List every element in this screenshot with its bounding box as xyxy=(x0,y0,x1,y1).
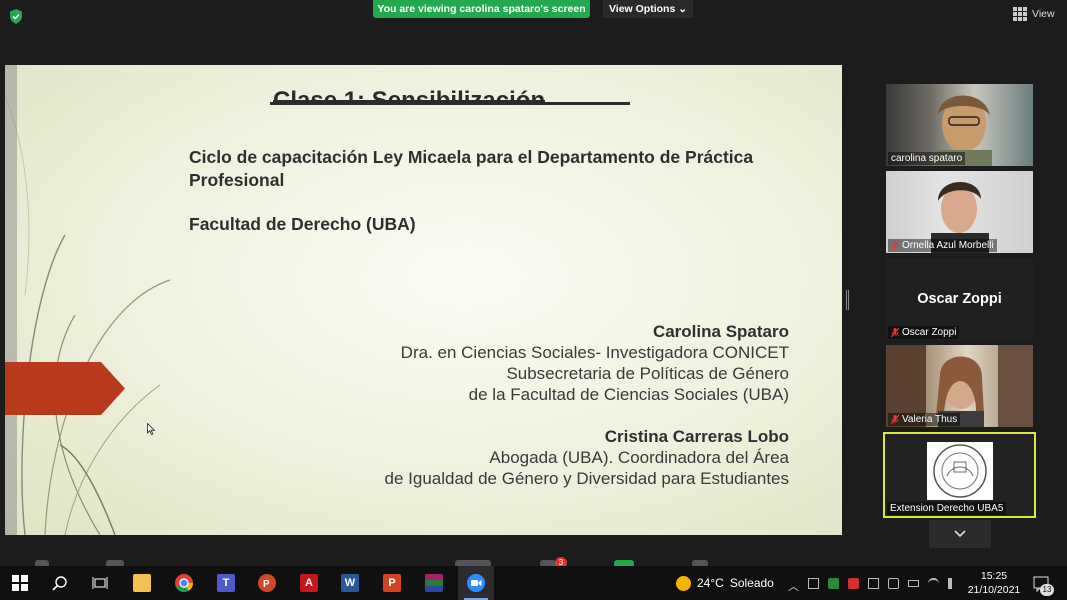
taskbar-app-chrome[interactable] xyxy=(166,566,202,600)
shared-slide: Clase 1: Sensibilización Ciclo de capaci… xyxy=(5,65,842,535)
mic-muted-icon xyxy=(891,327,899,337)
participant-video-tile[interactable]: Ornella Azul Morbelli xyxy=(886,171,1033,253)
volume-icon[interactable] xyxy=(948,577,959,589)
mic-muted-icon xyxy=(891,414,899,424)
network-tray-icon[interactable] xyxy=(868,577,879,589)
antivirus-tray-icon[interactable] xyxy=(848,577,859,589)
start-button[interactable] xyxy=(2,566,38,600)
participant-name: Valeria Thus xyxy=(902,414,958,425)
sun-icon xyxy=(676,575,691,591)
speaker-line: de la Facultad de Ciencias Sociales (UBA… xyxy=(468,385,789,404)
view-button[interactable]: View xyxy=(1013,5,1063,23)
taskbar-app-word[interactable]: W xyxy=(332,566,368,600)
teams-icon: T xyxy=(217,574,235,592)
chevron-down-icon xyxy=(954,530,966,538)
participant-video-tile[interactable]: Oscar Zoppi Oscar Zoppi xyxy=(886,258,1033,340)
participant-name: Oscar Zoppi xyxy=(902,327,957,338)
faculty-seal-logo xyxy=(927,442,993,500)
participant-label: Valeria Thus xyxy=(888,413,961,426)
speaker-line: de Igualdad de Género y Diversidad para … xyxy=(384,469,789,488)
grid-icon xyxy=(1013,7,1027,21)
winrar-icon xyxy=(425,574,443,592)
windows-taskbar: T P A W P 24°C Soleado ︿ 15:25 21/10/202… xyxy=(0,566,1067,600)
weather-temperature: 24°C xyxy=(697,576,724,590)
windows-icon xyxy=(12,575,28,591)
taskbar-app-powerpoint-viewer[interactable]: P xyxy=(374,566,410,600)
zoom-icon xyxy=(467,574,485,592)
shield-tray-icon[interactable] xyxy=(828,577,839,589)
search-icon xyxy=(52,576,67,591)
faculty-name: Facultad de Derecho (UBA) xyxy=(189,214,416,234)
participant-display-name: Oscar Zoppi xyxy=(917,291,1002,307)
view-options-label: View Options xyxy=(608,3,676,15)
screen: You are viewing carolina spataro's scree… xyxy=(0,0,1067,600)
screen-share-banner: You are viewing carolina spataro's scree… xyxy=(373,0,590,18)
speaker-block-1: Carolina Spataro Dra. en Ciencias Social… xyxy=(401,321,789,405)
course-title: Ciclo de capacitación Ley Micaela para e… xyxy=(189,147,754,190)
participant-label: Oscar Zoppi xyxy=(888,326,960,339)
speaker-block-2: Cristina Carreras Lobo Abogada (UBA). Co… xyxy=(385,426,789,489)
view-label: View xyxy=(1032,8,1055,20)
participant-label: carolina spataro xyxy=(888,152,966,165)
participant-video-tile[interactable]: carolina spataro xyxy=(886,84,1033,166)
svg-text:P: P xyxy=(263,579,270,590)
task-view-icon xyxy=(92,577,108,589)
chrome-icon xyxy=(175,574,193,592)
taskbar-app-explorer[interactable] xyxy=(124,566,160,600)
powerpoint-icon: P xyxy=(258,574,276,592)
weather-widget[interactable]: 24°C Soleado xyxy=(676,566,774,600)
speaker-name: Carolina Spataro xyxy=(652,322,789,341)
display-tray-icon[interactable] xyxy=(888,577,899,589)
word-icon: W xyxy=(341,574,359,592)
system-tray: ︿ xyxy=(788,566,959,600)
chevron-up-icon[interactable]: ︿ xyxy=(788,578,799,593)
chevron-down-icon: ⌄ xyxy=(678,3,688,15)
speaker-line: Subsecretaria de Políticas de Género xyxy=(506,364,789,383)
battery-icon[interactable] xyxy=(908,579,919,587)
title-overlap-bar xyxy=(270,102,630,105)
panel-resize-handle[interactable] xyxy=(846,290,849,310)
mouse-cursor-icon xyxy=(147,423,155,435)
speaker-name: Cristina Carreras Lobo xyxy=(604,427,789,446)
arrow-accent-shape xyxy=(5,362,125,415)
participant-name: Extension Derecho UBA5 xyxy=(890,503,1004,514)
taskbar-app-powerpoint[interactable]: P xyxy=(249,566,285,600)
wifi-icon[interactable] xyxy=(928,577,939,589)
security-shield-icon[interactable] xyxy=(9,9,23,24)
taskbar-app-winrar[interactable] xyxy=(416,566,452,600)
clock-time: 15:25 xyxy=(980,570,1008,582)
participant-name: Ornella Azul Morbelli xyxy=(902,240,994,251)
notification-count-badge: 13 xyxy=(1040,584,1054,596)
clock-date: 21/10/2021 xyxy=(967,584,1021,596)
acrobat-icon: A xyxy=(300,574,318,592)
participant-name: carolina spataro xyxy=(891,153,963,164)
folder-icon xyxy=(133,574,151,592)
speaker-line: Dra. en Ciencias Sociales- Investigadora… xyxy=(400,343,789,362)
taskbar-clock[interactable]: 15:25 21/10/2021 xyxy=(963,569,1025,597)
participant-label: Extension Derecho UBA5 xyxy=(887,502,1007,515)
participant-video-tile[interactable]: Valeria Thus xyxy=(886,345,1033,427)
weather-description: Soleado xyxy=(729,576,774,590)
view-options-button[interactable]: View Options ⌄ xyxy=(603,0,693,18)
taskbar-app-acrobat[interactable]: A xyxy=(291,566,327,600)
taskbar-app-teams[interactable]: T xyxy=(208,566,244,600)
speaker-line: Abogada (UBA). Coordinadora del Área xyxy=(489,448,789,467)
mic-muted-icon xyxy=(891,240,899,250)
tray-app-icon[interactable] xyxy=(808,577,819,589)
participant-label: Ornella Azul Morbelli xyxy=(888,239,997,252)
task-view-button[interactable] xyxy=(82,566,118,600)
powerpoint-icon: P xyxy=(383,574,401,592)
active-speaker-tile[interactable]: Extension Derecho UBA5 xyxy=(883,432,1036,518)
taskbar-app-zoom[interactable] xyxy=(458,566,494,600)
search-button[interactable] xyxy=(42,566,78,600)
scroll-participants-down-button[interactable] xyxy=(929,520,991,548)
